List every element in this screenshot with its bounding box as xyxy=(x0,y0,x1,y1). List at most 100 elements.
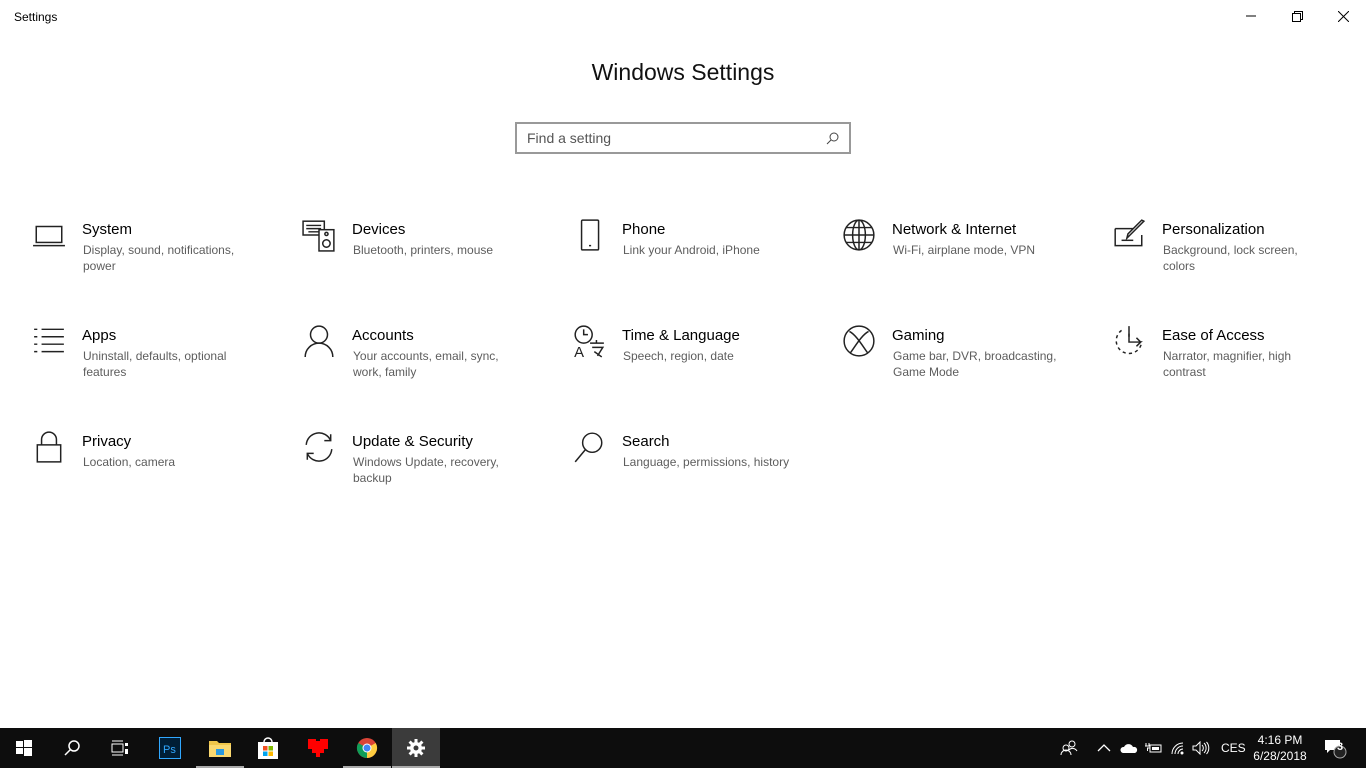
people-button[interactable] xyxy=(1060,728,1078,768)
tile-description: Speech, region, date xyxy=(623,349,734,363)
xbox-icon xyxy=(843,325,875,357)
devices-icon xyxy=(302,220,335,252)
tile-title: Devices xyxy=(352,221,406,238)
store-icon xyxy=(258,737,278,759)
wifi-icon xyxy=(1171,742,1184,755)
taskbar-search-button[interactable] xyxy=(48,728,96,768)
settings-tile-system[interactable]: System Display, sound, notifications, po… xyxy=(32,218,292,308)
settings-tile-accounts[interactable]: Accounts Your accounts, email, sync, wor… xyxy=(302,324,562,414)
onedrive-button[interactable] xyxy=(1120,728,1138,768)
page-title: Windows Settings xyxy=(591,59,775,85)
clock[interactable]: 4:16 PM 6/28/2018 xyxy=(1245,732,1315,764)
taskbar: Ps CES 4:16 PM 6/28/2018 3 xyxy=(0,728,1366,768)
settings-tile-update-security[interactable]: Update & Security Windows Update, recove… xyxy=(302,430,562,520)
gear-icon xyxy=(407,739,425,757)
tile-description: Windows Update, recovery, backup xyxy=(353,455,499,485)
tile-description: Narrator, magnifier, high contrast xyxy=(1163,349,1292,379)
tile-description: Background, lock screen, colors xyxy=(1163,243,1298,273)
tile-title: Update & Security xyxy=(352,433,473,450)
heart-icon xyxy=(308,739,328,757)
speaker-icon xyxy=(1192,741,1210,755)
lock-icon xyxy=(36,431,62,463)
store-taskbar-button[interactable] xyxy=(244,728,292,768)
chevron-up-icon xyxy=(1097,744,1111,752)
tile-title: Privacy xyxy=(82,433,132,450)
tile-title: Ease of Access xyxy=(1162,327,1265,344)
tile-title: Time & Language xyxy=(622,327,740,344)
settings-tile-personalization[interactable]: Personalization Background, lock screen,… xyxy=(1112,218,1366,308)
settings-taskbar-button[interactable] xyxy=(392,728,440,768)
window-title: Settings xyxy=(14,10,58,24)
chrome-icon xyxy=(356,738,378,759)
tile-title: Network & Internet xyxy=(892,221,1017,238)
title-bar: Settings xyxy=(0,0,1366,32)
tile-title: Phone xyxy=(622,221,666,238)
svg-text:Ps: Ps xyxy=(163,744,176,756)
ease-of-access-icon xyxy=(1115,326,1143,355)
tile-description: Uninstall, defaults, optional features xyxy=(83,349,227,379)
search-icon xyxy=(826,132,839,144)
settings-tile-apps[interactable]: Apps Uninstall, defaults, optional featu… xyxy=(32,324,292,414)
settings-tile-network-internet[interactable]: Network & Internet Wi-Fi, airplane mode,… xyxy=(842,218,1102,308)
tile-title: System xyxy=(82,221,133,238)
settings-tile-gaming[interactable]: Gaming Game bar, DVR, broadcasting, Game… xyxy=(842,324,1102,414)
search-icon xyxy=(64,740,80,756)
tile-title: Accounts xyxy=(352,327,414,344)
tile-description: Location, camera xyxy=(83,455,176,469)
person-icon xyxy=(304,325,334,357)
folder-icon xyxy=(209,741,231,757)
time-language-icon: A xyxy=(574,325,605,358)
paint-icon xyxy=(1114,219,1146,247)
network-button[interactable] xyxy=(1170,728,1186,768)
task-view-button[interactable] xyxy=(96,728,144,768)
restore-button[interactable] xyxy=(1274,0,1320,32)
settings-tile-phone[interactable]: Phone Link your Android, iPhone xyxy=(572,218,832,308)
settings-tile-search[interactable]: Search Language, permissions, history xyxy=(572,430,832,520)
clock-time: 4:16 PM xyxy=(1257,733,1303,747)
tile-description: Your accounts, email, sync, work, family xyxy=(353,349,499,379)
svg-text:A: A xyxy=(574,345,584,358)
start-button[interactable] xyxy=(0,728,48,768)
globe-icon xyxy=(843,219,875,251)
minimize-button[interactable] xyxy=(1228,0,1274,32)
task-view-icon xyxy=(111,740,128,756)
tile-description: Wi-Fi, airplane mode, VPN xyxy=(893,243,1036,257)
battery-button[interactable] xyxy=(1145,728,1163,768)
settings-tile-devices[interactable]: Devices Bluetooth, printers, mouse xyxy=(302,218,562,308)
cloud-icon xyxy=(1120,744,1138,753)
phone-icon xyxy=(580,219,600,251)
tile-title: Gaming xyxy=(892,327,945,344)
notification-count: 3 xyxy=(1337,741,1344,753)
laptop-icon xyxy=(33,225,65,247)
windows-logo-icon xyxy=(16,740,32,756)
settings-tile-privacy[interactable]: Privacy Location, camera xyxy=(32,430,292,520)
tile-title: Search xyxy=(622,433,670,450)
chrome-taskbar-button[interactable] xyxy=(343,728,391,768)
people-icon xyxy=(1060,740,1078,756)
tile-description: Game bar, DVR, broadcasting, Game Mode xyxy=(893,349,1057,379)
tile-description: Link your Android, iPhone xyxy=(623,243,760,257)
settings-tile-ease-of-access[interactable]: Ease of Access Narrator, magnifier, high… xyxy=(1112,324,1366,414)
photoshop-taskbar-button[interactable]: Ps xyxy=(146,728,194,768)
close-button[interactable] xyxy=(1320,0,1366,32)
tile-description: Bluetooth, printers, mouse xyxy=(353,243,494,257)
tile-title: Apps xyxy=(82,327,117,344)
tile-title: Personalization xyxy=(1162,221,1265,238)
show-hidden-icons-button[interactable] xyxy=(1097,728,1111,768)
file-explorer-taskbar-button[interactable] xyxy=(196,728,244,768)
apps-list-icon xyxy=(34,328,64,353)
action-center-button[interactable]: 3 xyxy=(1324,728,1350,768)
search-input[interactable] xyxy=(527,130,826,146)
search-box[interactable] xyxy=(515,122,851,154)
heart-app-taskbar-button[interactable] xyxy=(294,728,342,768)
tile-description: Display, sound, notifications, power xyxy=(83,243,235,273)
input-language-button[interactable]: CES xyxy=(1221,728,1246,768)
photoshop-icon: Ps xyxy=(159,737,181,759)
battery-charging-icon xyxy=(1145,743,1162,753)
sync-icon xyxy=(305,432,333,462)
volume-button[interactable] xyxy=(1192,728,1210,768)
clock-date: 6/28/2018 xyxy=(1253,749,1307,763)
tile-description: Language, permissions, history xyxy=(623,455,790,469)
settings-tile-time-language[interactable]: A Time & Language Speech, region, date xyxy=(572,324,832,414)
search-icon xyxy=(574,432,603,463)
